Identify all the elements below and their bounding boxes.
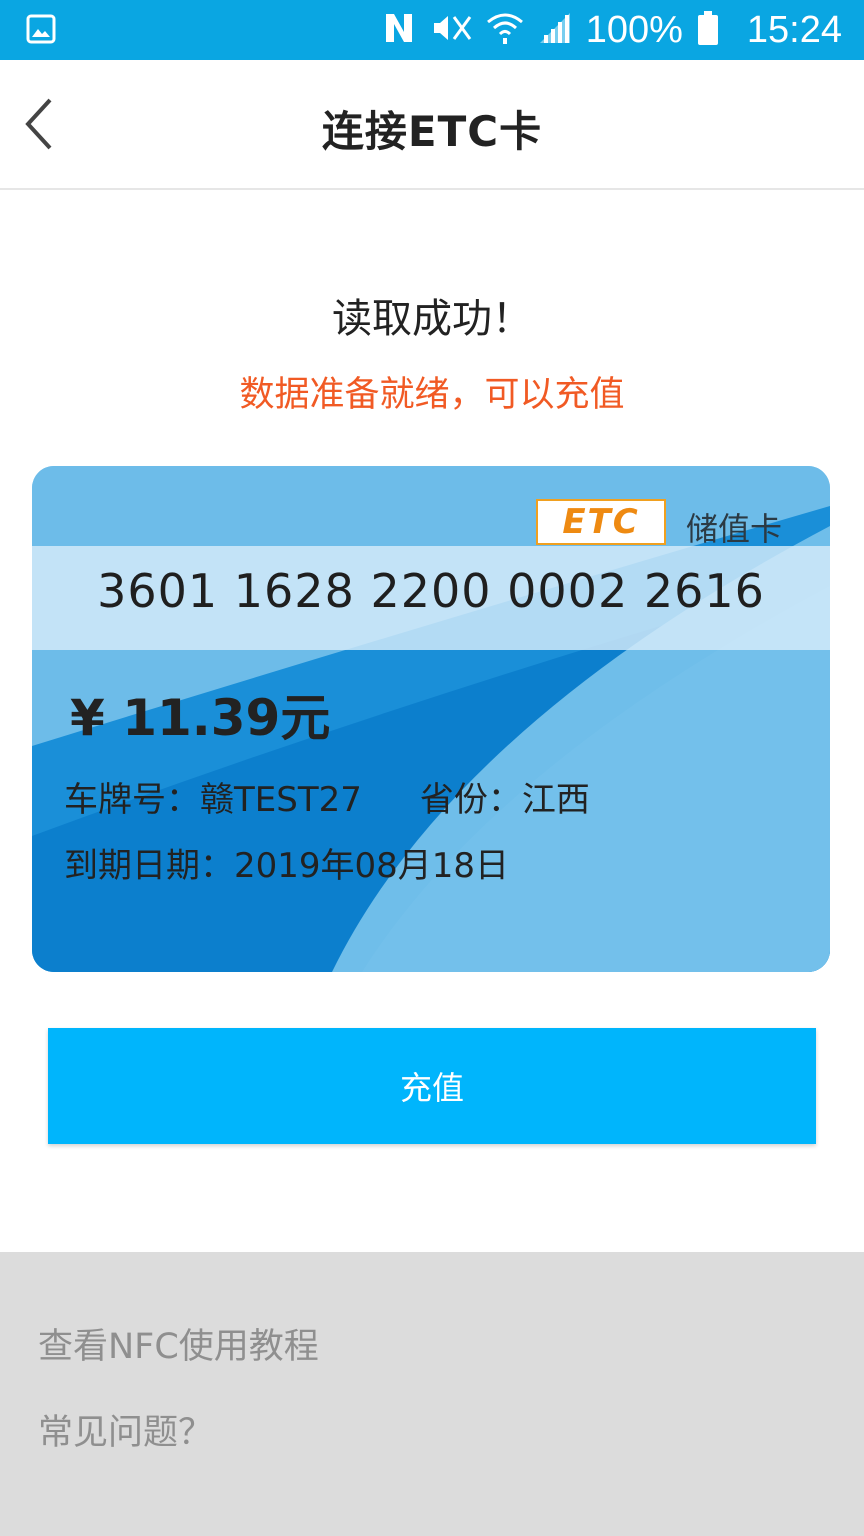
card-balance: ¥ 11.39元: [70, 689, 331, 747]
card-type-label: 储值卡: [686, 510, 783, 548]
faq-link[interactable]: 常见问题？: [38, 1404, 213, 1455]
nfc-icon: [382, 10, 416, 50]
battery-percent: 100%: [585, 8, 683, 51]
expiry-row: 到期日期：2019年08月18日: [64, 838, 509, 887]
province-label: 省份：: [419, 780, 522, 820]
clock: 15:24: [746, 8, 842, 51]
recharge-button[interactable]: 充值: [48, 1028, 816, 1144]
battery-icon: [697, 10, 719, 50]
expiry-label: 到期日期：: [64, 846, 234, 886]
etc-card: ETC 储值卡 3601 1628 2200 0002 2616 ¥ 11.39…: [32, 466, 830, 972]
read-status-subtitle: 数据准备就绪，可以充值: [239, 375, 625, 415]
nfc-tutorial-link[interactable]: 查看NFC使用教程: [38, 1318, 319, 1369]
help-footer: 查看NFC使用教程 常见问题？: [0, 1252, 864, 1536]
mute-icon: [430, 11, 472, 49]
card-number: 3601 1628 2200 0002 2616: [97, 564, 765, 618]
page-title: 连接ETC卡: [321, 107, 543, 156]
status-bar: 100% 15:24: [0, 0, 864, 60]
wifi-icon: [486, 10, 524, 50]
signal-icon: [538, 11, 572, 49]
expiry-value: 2019年08月18日: [234, 846, 510, 886]
gallery-icon: [26, 12, 56, 46]
province-value: 江西: [521, 780, 590, 820]
plate-value: 赣TEST27: [200, 780, 362, 820]
recharge-button-label: 充值: [399, 1069, 464, 1107]
plate-label: 车牌号：: [64, 780, 200, 820]
status-icons: 100% 15:24: [382, 0, 842, 60]
plate-row: 车牌号：赣TEST27 省份：江西: [64, 772, 590, 821]
read-status-title: 读取成功！: [332, 296, 532, 342]
nav-bar: 连接ETC卡: [0, 60, 864, 190]
etc-logo: ETC: [536, 499, 666, 545]
